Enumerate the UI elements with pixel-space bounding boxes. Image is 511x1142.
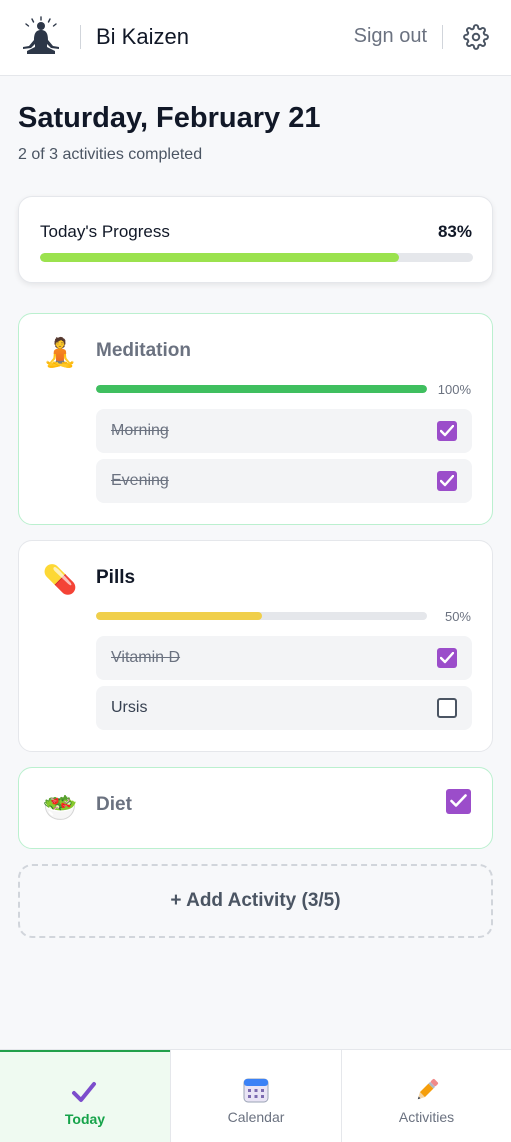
add-activity-button[interactable]: + Add Activity (3/5) <box>18 864 493 938</box>
progress-label: Today's Progress <box>40 222 170 241</box>
nav-tab-activities[interactable]: Activities <box>342 1050 511 1142</box>
activity-card-meditation: 🧘 Meditation 100% Morning Evening <box>18 313 493 525</box>
nav-label: Activities <box>398 1109 455 1125</box>
nav-tab-calendar[interactable]: Calendar <box>171 1050 341 1142</box>
page-title: Saturday, February 21 <box>18 102 321 134</box>
sub-item-label: Ursis <box>111 699 148 716</box>
activity-progress-bar <box>96 385 427 393</box>
activity-progress-fill <box>96 612 262 620</box>
pill-icon: 💊 <box>42 564 78 595</box>
sub-item-vitamin-d[interactable]: Vitamin D <box>96 636 472 680</box>
sub-item-label: Morning <box>111 422 169 439</box>
checkbox-checked[interactable] <box>437 421 457 441</box>
calendar-icon <box>243 1078 269 1103</box>
salad-icon: 🥗 <box>42 792 78 823</box>
sub-item-label: Evening <box>111 472 169 489</box>
checkbox-checked[interactable] <box>437 648 457 668</box>
meditation-logo-icon[interactable] <box>17 16 65 56</box>
bottom-nav: Today Calendar Activities <box>0 1049 511 1142</box>
gear-icon[interactable] <box>463 24 489 50</box>
activity-progress-bar <box>96 612 427 620</box>
checkbox-checked[interactable] <box>446 789 471 814</box>
sub-item-label: Vitamin D <box>111 649 181 666</box>
activity-percent: 50% <box>444 609 471 624</box>
meditation-icon: 🧘 <box>42 337 78 368</box>
progress-percent: 83% <box>437 222 472 241</box>
checkbox-unchecked[interactable] <box>437 698 457 718</box>
activity-title: Pills <box>96 567 136 588</box>
activity-card-pills: 💊 Pills 50% Vitamin D Ursis <box>18 540 493 752</box>
nav-tab-today[interactable]: Today <box>0 1050 170 1142</box>
header-divider <box>80 25 81 49</box>
completion-summary: 2 of 3 activities completed <box>18 146 203 163</box>
pencil-icon <box>417 1078 439 1100</box>
activity-title: Meditation <box>96 340 191 361</box>
progress-bar <box>40 253 473 262</box>
header-divider <box>442 25 443 49</box>
checkbox-checked[interactable] <box>437 471 457 491</box>
nav-label: Today <box>64 1111 106 1127</box>
sub-item-morning[interactable]: Morning <box>96 409 472 453</box>
nav-label: Calendar <box>227 1109 285 1125</box>
progress-bar-fill <box>40 253 400 262</box>
activity-title: Diet <box>96 794 132 815</box>
activity-card-diet: 🥗 Diet <box>18 767 493 849</box>
sub-item-evening[interactable]: Evening <box>96 459 472 503</box>
app-brand: Bi Kaizen <box>96 24 189 49</box>
activity-percent: 100% <box>437 382 471 397</box>
sub-item-ursis[interactable]: Ursis <box>96 686 472 730</box>
app-header: Bi Kaizen Sign out <box>0 0 511 76</box>
todays-progress-card: Today's Progress 83% <box>18 196 493 283</box>
activity-progress-fill <box>96 385 427 393</box>
checkmark-icon <box>72 1082 96 1102</box>
sign-out-link[interactable]: Sign out <box>354 25 427 48</box>
